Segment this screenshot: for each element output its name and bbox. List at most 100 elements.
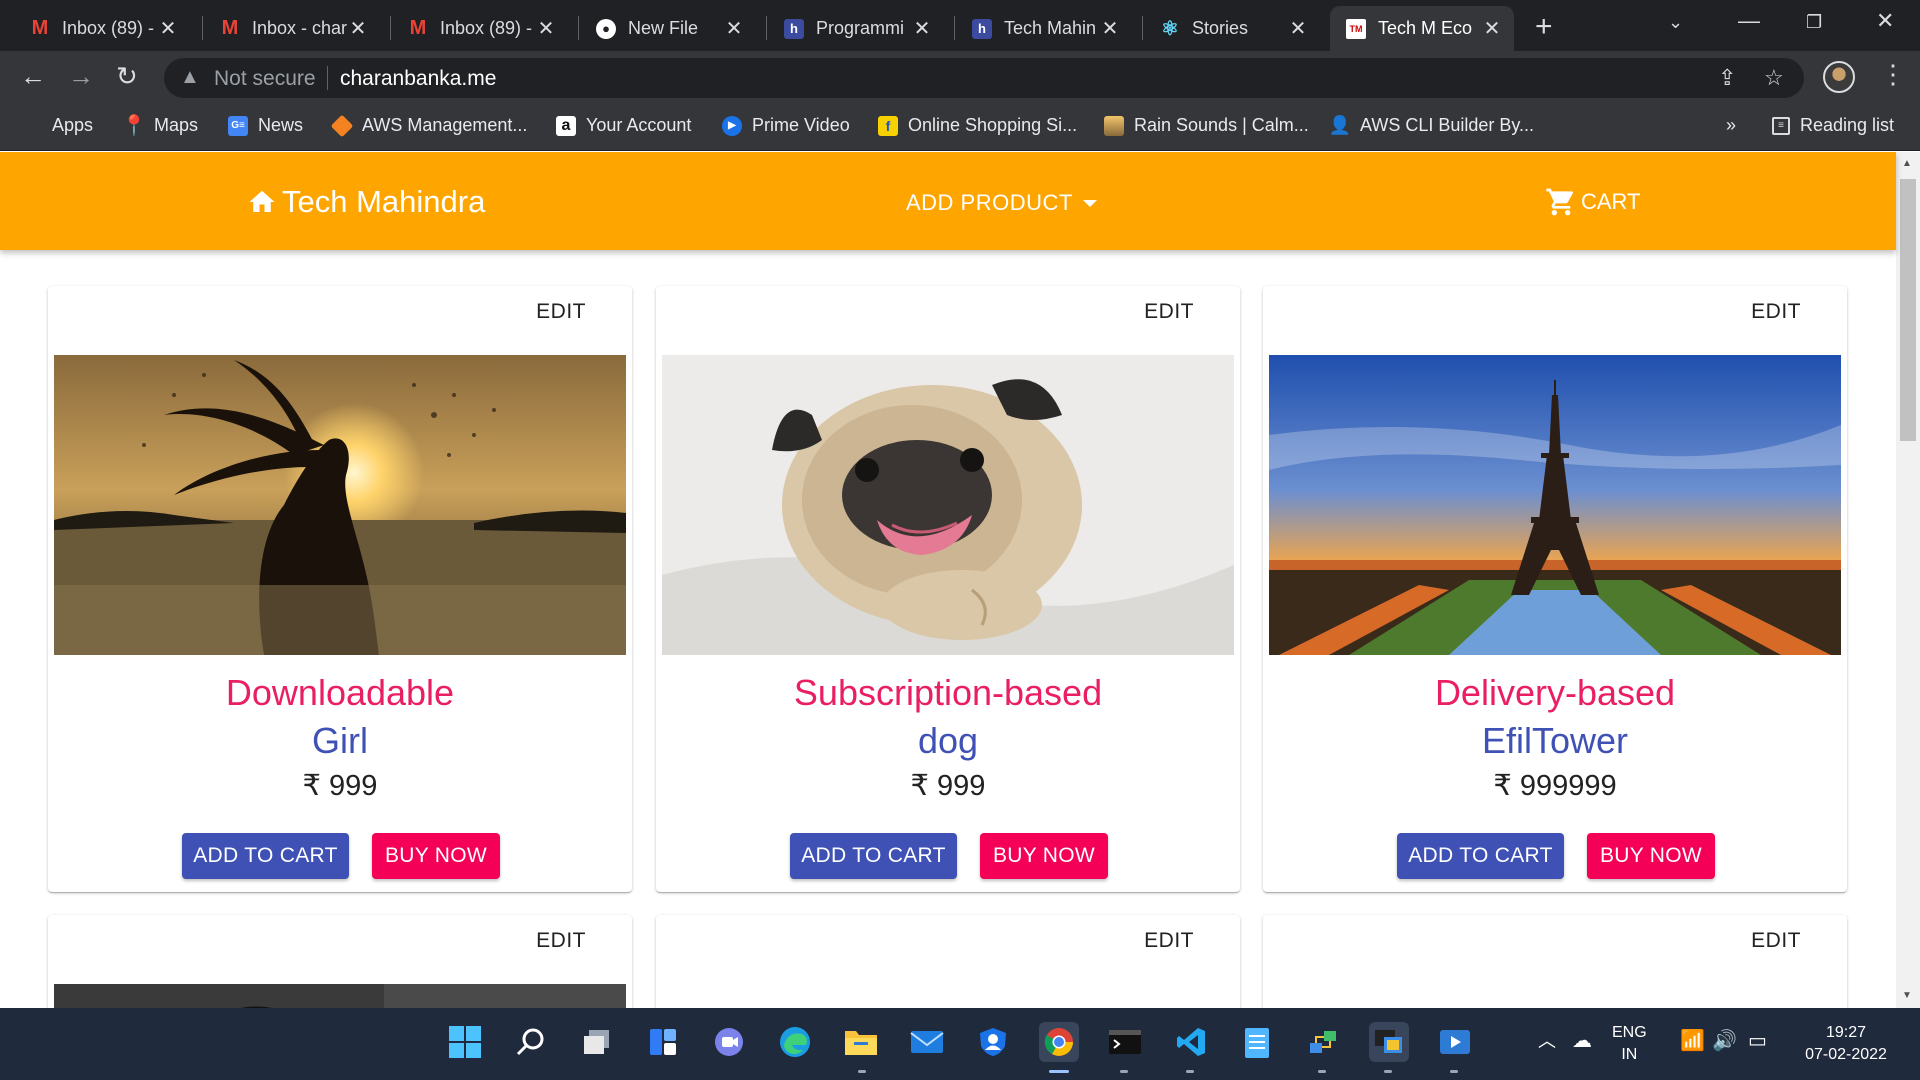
close-icon[interactable]: ✕ xyxy=(1100,16,1120,41)
notepad-icon[interactable] xyxy=(1237,1022,1277,1062)
product-image-partial[interactable] xyxy=(54,984,626,1008)
battery-icon[interactable]: ▭ xyxy=(1748,1030,1767,1052)
bookmark-star-icon[interactable]: ☆ xyxy=(1764,65,1784,91)
close-icon[interactable]: ✕ xyxy=(536,16,556,41)
edit-button[interactable]: EDIT xyxy=(1751,929,1801,953)
silhouette-sunset-photo xyxy=(54,355,626,655)
address-bar[interactable]: ▲ Not secure charanbanka.me ⇪ ☆ xyxy=(164,58,1804,98)
kebab-menu-icon[interactable]: ⋮ xyxy=(1880,59,1906,90)
wifi-icon[interactable]: 📶 xyxy=(1680,1030,1705,1052)
maps-pin-icon: 📍 xyxy=(121,115,147,137)
add-to-cart-button[interactable]: ADD TO CART xyxy=(182,833,349,879)
close-icon[interactable]: ✕ xyxy=(348,16,368,41)
search-icon[interactable] xyxy=(511,1022,551,1062)
chrome-icon[interactable] xyxy=(1039,1022,1079,1062)
hackerrank-icon: h xyxy=(972,18,992,39)
bookmark-online-shopping[interactable]: f Online Shopping Si... xyxy=(878,115,1077,136)
product-image-eiffel-tower[interactable] xyxy=(1269,355,1841,655)
user-shield-icon[interactable] xyxy=(973,1022,1013,1062)
edit-button[interactable]: EDIT xyxy=(1751,300,1801,324)
cart-link[interactable]: CART xyxy=(1545,186,1641,218)
onedrive-cloud-icon[interactable]: ☁ xyxy=(1572,1030,1592,1052)
back-arrow-icon[interactable]: ← xyxy=(20,61,46,92)
edit-button[interactable]: EDIT xyxy=(536,300,586,324)
security-label[interactable]: Not secure xyxy=(214,67,316,91)
product-image-silhouette[interactable] xyxy=(54,355,626,655)
mail-icon[interactable] xyxy=(907,1022,947,1062)
tab-inbox-3[interactable]: M Inbox (89) - ✕ xyxy=(392,6,568,51)
network-tool-icon[interactable] xyxy=(1303,1022,1343,1062)
new-tab-icon[interactable]: + xyxy=(1535,10,1553,44)
scroll-down-arrow-icon[interactable]: ▼ xyxy=(1902,990,1912,1001)
chevron-up-icon[interactable]: ︿ xyxy=(1538,1030,1556,1052)
reading-list-button[interactable]: ≡ Reading list xyxy=(1772,115,1894,136)
tab-title: Inbox - char xyxy=(252,18,348,38)
warning-triangle-icon[interactable]: ▲ xyxy=(180,66,200,89)
file-explorer-icon[interactable] xyxy=(841,1022,881,1062)
forward-arrow-icon[interactable]: → xyxy=(68,61,94,92)
buy-now-button[interactable]: BUY NOW xyxy=(1587,833,1715,879)
close-icon[interactable]: ✕ xyxy=(1482,16,1502,41)
clock[interactable]: 19:27 07-02-2022 xyxy=(1796,1022,1896,1066)
close-icon[interactable]: ✕ xyxy=(158,16,178,41)
reload-icon[interactable]: ↻ xyxy=(116,61,138,92)
region-code: IN xyxy=(1621,1046,1638,1063)
bookmark-rain-sounds[interactable]: Rain Sounds | Calm... xyxy=(1104,115,1309,136)
edit-button[interactable]: EDIT xyxy=(1144,929,1194,953)
tab-new-file[interactable]: ● New File ✕ xyxy=(580,6,756,51)
add-to-cart-button[interactable]: ADD TO CART xyxy=(1397,833,1564,879)
product-image-pug[interactable] xyxy=(662,355,1234,655)
tab-tech-mahindra[interactable]: h Tech Mahin ✕ xyxy=(956,6,1132,51)
bookmark-label: AWS Management... xyxy=(362,115,528,135)
volume-icon[interactable]: 🔊 xyxy=(1712,1030,1737,1052)
bookmark-aws-management[interactable]: AWS Management... xyxy=(330,114,528,137)
tab-title: Stories xyxy=(1192,18,1249,38)
tab-inbox-2[interactable]: M Inbox - char ✕ xyxy=(204,6,380,51)
window-close-icon[interactable]: ✕ xyxy=(1876,8,1894,34)
scroll-up-arrow-icon[interactable]: ▲ xyxy=(1902,158,1912,169)
close-icon[interactable]: ✕ xyxy=(724,16,744,41)
vscode-icon[interactable] xyxy=(1171,1022,1211,1062)
gmail-icon: M xyxy=(31,17,49,39)
teams-chat-icon[interactable] xyxy=(709,1022,749,1062)
home-icon xyxy=(249,190,275,212)
url-text[interactable]: charanbanka.me xyxy=(340,67,496,91)
tab-stories[interactable]: ⚛ Stories ✕ xyxy=(1144,6,1320,51)
share-icon[interactable]: ⇪ xyxy=(1718,65,1736,91)
bookmark-apps[interactable]: Apps xyxy=(22,115,93,136)
buy-now-button[interactable]: BUY NOW xyxy=(980,833,1108,879)
windows-start-icon[interactable] xyxy=(445,1022,485,1062)
media-player-icon[interactable] xyxy=(1435,1022,1475,1062)
tab-tech-m-eco[interactable]: TM Tech M Eco ✕ xyxy=(1330,6,1514,51)
close-icon[interactable]: ✕ xyxy=(912,16,932,41)
page-scrollbar[interactable]: ▲ ▼ xyxy=(1896,152,1920,1008)
tab-programming[interactable]: h Programmi ✕ xyxy=(768,6,944,51)
edge-icon[interactable] xyxy=(775,1022,815,1062)
edit-button[interactable]: EDIT xyxy=(536,929,586,953)
language-indicator[interactable]: ENG IN xyxy=(1612,1022,1647,1066)
brand-home-link[interactable]: Tech Mahindra xyxy=(246,184,485,220)
add-product-dropdown[interactable]: ADD PRODUCT xyxy=(906,190,1097,216)
bookmark-maps[interactable]: 📍 Maps xyxy=(121,115,198,137)
task-view-icon[interactable] xyxy=(577,1022,617,1062)
bookmark-label: Your Account xyxy=(586,115,692,135)
bookmark-news[interactable]: G≡ News xyxy=(228,115,303,136)
terminal-icon[interactable] xyxy=(1105,1022,1145,1062)
bookmark-aws-cli-builder[interactable]: 👤 AWS CLI Builder By... xyxy=(1329,115,1534,136)
remote-desktop-icon[interactable] xyxy=(1369,1022,1409,1062)
profile-avatar[interactable] xyxy=(1823,61,1855,93)
scrollbar-thumb[interactable] xyxy=(1900,179,1916,441)
tab-inbox-1[interactable]: M Inbox (89) - ✕ xyxy=(14,6,190,51)
flipkart-icon: f xyxy=(878,115,898,136)
buy-now-button[interactable]: BUY NOW xyxy=(372,833,500,879)
edit-button[interactable]: EDIT xyxy=(1144,300,1194,324)
restore-icon[interactable]: ❐ xyxy=(1806,12,1822,33)
close-icon[interactable]: ✕ xyxy=(1288,16,1308,41)
more-bookmarks-chevron[interactable]: » xyxy=(1726,115,1736,136)
tab-search-chevron-icon[interactable]: ⌄ xyxy=(1668,12,1683,33)
bookmark-prime-video[interactable]: ▶ Prime Video xyxy=(722,115,850,136)
bookmark-your-account[interactable]: a Your Account xyxy=(556,115,691,136)
widgets-icon[interactable] xyxy=(643,1022,683,1062)
add-to-cart-button[interactable]: ADD TO CART xyxy=(790,833,957,879)
minimize-icon[interactable]: — xyxy=(1738,8,1760,34)
